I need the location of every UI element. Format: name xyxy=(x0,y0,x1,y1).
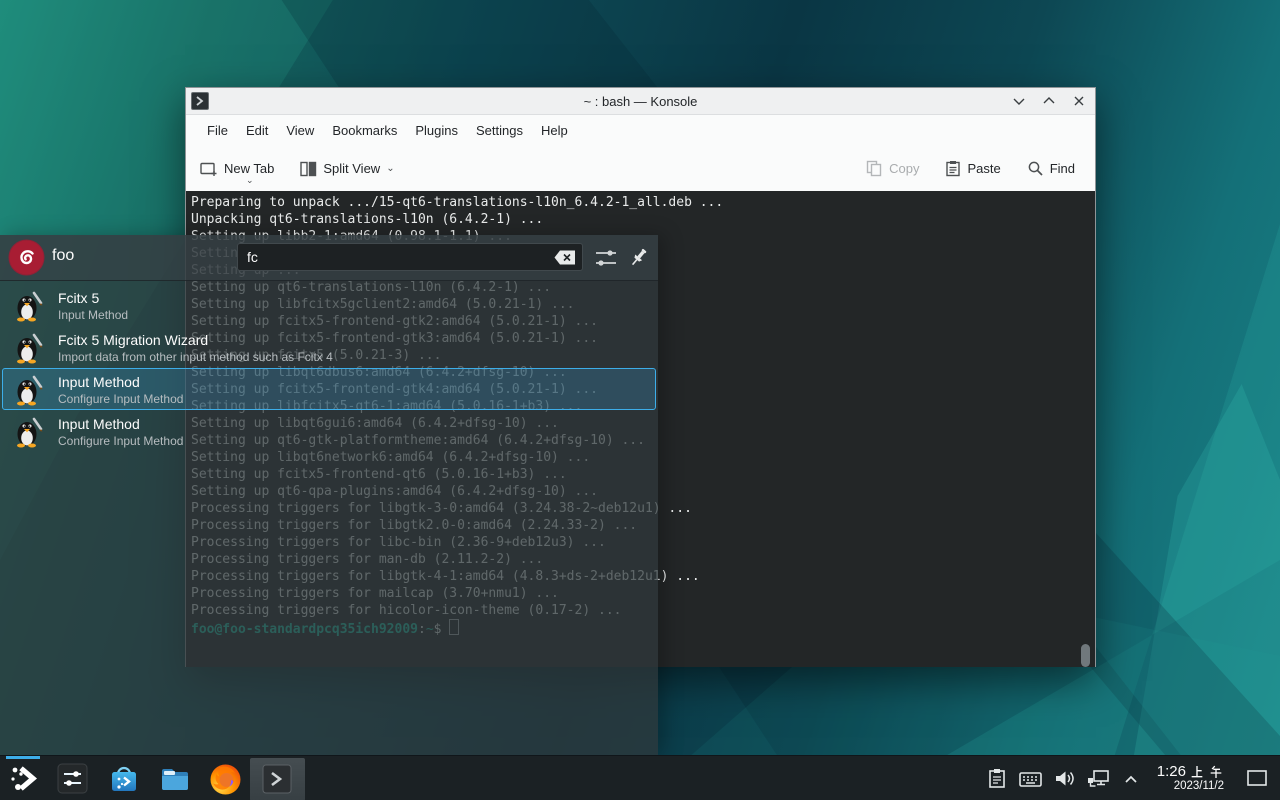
expand-tray-icon[interactable] xyxy=(1121,769,1141,789)
split-view-caret-icon: ⌄ xyxy=(386,163,394,174)
split-view-icon xyxy=(300,161,317,177)
krunner-result-item[interactable]: Input Method Configure Input Method xyxy=(2,410,656,452)
fcitx-penguin-icon xyxy=(12,332,44,364)
system-settings-icon[interactable] xyxy=(56,762,89,795)
new-tab-icon xyxy=(200,161,218,177)
krunner-result-item[interactable]: Fcitx 5 Input Method xyxy=(2,284,656,326)
clock-period-glyph-shang xyxy=(1189,764,1205,780)
digital-clock[interactable]: 1:26 上午 2023/11/2 xyxy=(1157,764,1224,793)
fcitx-penguin-icon xyxy=(12,416,44,448)
copy-button[interactable]: Copy xyxy=(866,160,919,177)
konsole-task-icon xyxy=(260,762,294,796)
split-view-label: Split View xyxy=(323,161,380,176)
paste-label: Paste xyxy=(967,161,1000,176)
krunner-results-list: Fcitx 5 Input Method Fcitx 5 Migration Wi… xyxy=(0,284,658,452)
krunner-result-item[interactable]: Fcitx 5 Migration Wizard Import data from… xyxy=(2,326,656,368)
minimize-button[interactable] xyxy=(1011,93,1027,109)
volume-tray-icon[interactable] xyxy=(1053,767,1076,790)
new-tab-button[interactable]: New Tab ⌄ xyxy=(200,161,274,177)
find-icon xyxy=(1027,160,1044,177)
search-input[interactable]: fc xyxy=(237,243,583,271)
window-titlebar[interactable]: ~ : bash — Konsole xyxy=(186,88,1095,115)
search-query-text: fc xyxy=(247,249,258,265)
result-subtitle: Configure Input Method xyxy=(58,434,183,448)
find-button[interactable]: Find xyxy=(1027,160,1075,177)
menu-item-bookmarks[interactable]: Bookmarks xyxy=(323,119,406,142)
fcitx-penguin-icon xyxy=(12,290,44,322)
window-controls xyxy=(1011,88,1087,114)
debian-logo-avatar xyxy=(8,239,45,276)
maximize-button[interactable] xyxy=(1041,93,1057,109)
menu-item-view[interactable]: View xyxy=(277,119,323,142)
window-title: ~ : bash — Konsole xyxy=(186,94,1095,109)
taskbar-panel: 1:26 上午 2023/11/2 xyxy=(0,755,1280,800)
konsole-task-button[interactable] xyxy=(250,758,305,800)
paste-icon xyxy=(945,160,961,177)
desktop: ~ : bash — Konsole FileEditViewBookmarks… xyxy=(0,0,1280,800)
clear-input-icon[interactable] xyxy=(554,250,576,265)
konsole-window-icon xyxy=(191,92,209,110)
krunner-result-item[interactable]: Input Method Configure Input Method xyxy=(2,368,656,410)
clock-date: 2023/11/2 xyxy=(1157,780,1224,793)
menu-item-plugins[interactable]: Plugins xyxy=(406,119,467,142)
copy-icon xyxy=(866,160,883,177)
menu-item-file[interactable]: File xyxy=(198,119,237,142)
discover-icon[interactable] xyxy=(107,762,141,796)
menu-item-help[interactable]: Help xyxy=(532,119,577,142)
menu-item-settings[interactable]: Settings xyxy=(467,119,532,142)
keyboard-tray-icon[interactable] xyxy=(1018,767,1043,790)
firefox-icon[interactable] xyxy=(208,762,243,797)
krunner-overlay: foo fc xyxy=(0,235,658,755)
terminal-line: Unpacking qt6-translations-l10n (6.4.2-1… xyxy=(191,211,1095,228)
clock-period-glyph-wu xyxy=(1208,764,1224,780)
clipboard-tray-icon[interactable] xyxy=(986,767,1008,790)
fcitx-penguin-icon xyxy=(12,374,44,406)
krunner-header: foo fc xyxy=(0,235,658,281)
split-view-button[interactable]: Split View ⌄ xyxy=(300,161,394,177)
menu-item-edit[interactable]: Edit xyxy=(237,119,277,142)
show-desktop-peek[interactable] xyxy=(1246,768,1268,789)
find-label: Find xyxy=(1050,161,1075,176)
result-title: Input Method xyxy=(58,374,140,390)
toolbar: New Tab ⌄ Split View ⌄ xyxy=(186,146,1095,191)
result-subtitle: Input Method xyxy=(58,308,128,322)
result-title: Fcitx 5 xyxy=(58,290,99,306)
configure-krunner-icon[interactable] xyxy=(594,247,618,269)
system-tray: 1:26 上午 2023/11/2 xyxy=(986,756,1280,800)
new-tab-caret-icon: ⌄ xyxy=(246,175,254,186)
close-button[interactable] xyxy=(1071,93,1087,109)
network-tray-icon[interactable] xyxy=(1086,767,1111,790)
result-title: Input Method xyxy=(58,416,140,432)
clock-time: 1:26 xyxy=(1157,764,1186,781)
pin-icon[interactable] xyxy=(628,246,650,269)
result-subtitle: Import data from other input method such… xyxy=(58,350,333,364)
result-subtitle: Configure Input Method xyxy=(58,392,183,406)
terminal-line: Preparing to unpack .../15-qt6-translati… xyxy=(191,194,1095,211)
menu-bar: FileEditViewBookmarksPluginsSettingsHelp xyxy=(186,115,1095,146)
copy-label: Copy xyxy=(889,161,919,176)
krunner-user-label: foo xyxy=(52,247,74,265)
scrollbar-thumb[interactable] xyxy=(1081,644,1090,667)
result-title: Fcitx 5 Migration Wizard xyxy=(58,332,208,348)
application-launcher-icon[interactable] xyxy=(8,762,41,795)
dolphin-file-manager-icon[interactable] xyxy=(158,762,192,796)
launcher-active-indicator xyxy=(6,756,40,759)
paste-button[interactable]: Paste xyxy=(945,160,1000,177)
